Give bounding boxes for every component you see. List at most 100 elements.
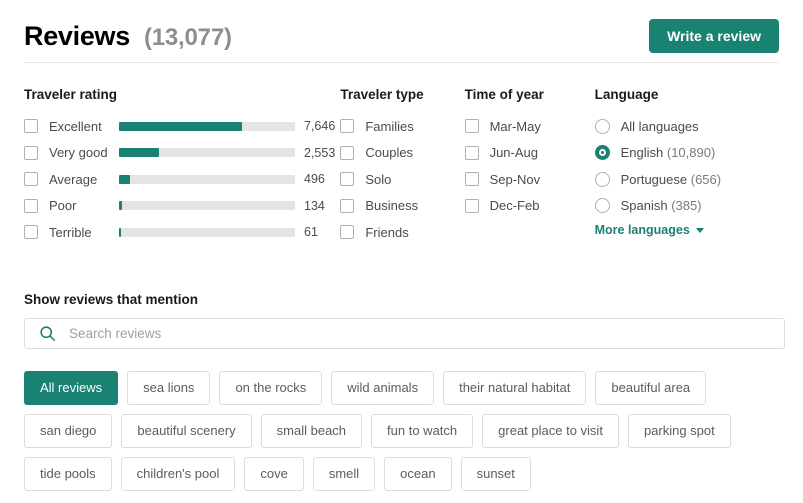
time-of-year-label-dec-feb: Dec-Feb [489, 198, 540, 214]
rating-label-average: Average [49, 171, 98, 187]
tag-tide-pools[interactable]: tide pools [24, 456, 112, 491]
checkbox-solo[interactable] [340, 172, 355, 187]
traveler-type-row-couples[interactable]: Couples [340, 140, 464, 167]
language-row-spanish[interactable]: Spanish (385) [594, 193, 779, 220]
checkbox-sep-nov[interactable] [464, 172, 479, 187]
tag-cove[interactable]: cove [244, 456, 304, 491]
chevron-down-icon [695, 227, 704, 233]
checkbox-poor[interactable] [24, 198, 38, 213]
checkbox-dec-feb[interactable] [464, 198, 479, 213]
rating-count-poor: 134 [304, 198, 325, 213]
page-title: Reviews (13,077) [24, 21, 232, 52]
checkbox-terrible[interactable] [24, 225, 38, 240]
checkbox-average[interactable] [24, 172, 38, 187]
search-reviews-box[interactable] [24, 317, 785, 349]
page-header: Reviews (13,077) Write a review [24, 0, 779, 62]
radio-portuguese[interactable] [594, 171, 610, 187]
tag-fun-to-watch[interactable]: fun to watch [371, 413, 474, 448]
time-of-year-row-mar-may[interactable]: Mar-May [464, 113, 595, 140]
filter-time-of-year: Time of year Mar-May Jun-Aug Sep-Nov Dec… [464, 87, 595, 246]
traveler-type-heading: Traveler type [340, 87, 424, 102]
language-name-spanish: Spanish [620, 198, 668, 214]
time-of-year-row-jun-aug[interactable]: Jun-Aug [464, 140, 595, 167]
rating-row-terrible[interactable]: Terrible 61 [24, 219, 340, 246]
tag-childrens-pool[interactable]: children's pool [120, 456, 236, 491]
tag-wild-animals[interactable]: wild animals [331, 370, 435, 405]
checkbox-excellent[interactable] [24, 119, 38, 134]
checkbox-business[interactable] [340, 198, 355, 213]
tag-all-reviews[interactable]: All reviews [24, 370, 119, 405]
rating-row-poor[interactable]: Poor 134 [24, 193, 340, 220]
rating-bar-excellent [119, 121, 295, 131]
mention-heading: Show reviews that mention [24, 291, 199, 307]
language-heading: Language [594, 87, 659, 102]
rating-bar-terrible [119, 227, 295, 237]
filter-traveler-rating: Traveler rating Excellent 7,646 Very goo… [24, 87, 340, 246]
tag-small-beach[interactable]: small beach [260, 413, 363, 448]
rating-bar-fill-average [119, 174, 130, 184]
more-languages-link[interactable]: More languages [595, 223, 704, 237]
language-row-all-languages[interactable]: All languages [594, 113, 779, 140]
checkbox-couples[interactable] [340, 145, 355, 160]
filters-row: Traveler rating Excellent 7,646 Very goo… [24, 63, 779, 246]
traveler-type-row-solo[interactable]: Solo [340, 166, 464, 193]
radio-all-languages[interactable] [594, 118, 610, 134]
language-row-english[interactable]: English (10,890) [594, 140, 779, 167]
tag-parking-spot[interactable]: parking spot [627, 413, 731, 448]
checkbox-very-good[interactable] [24, 145, 38, 160]
rating-bar-fill-terrible [119, 227, 122, 237]
traveler-type-label-families: Families [365, 118, 414, 134]
rating-bar-fill-excellent [119, 121, 243, 131]
language-name-all-languages: All languages [620, 118, 699, 134]
tag-on-the-rocks[interactable]: on the rocks [219, 370, 323, 405]
filter-language: Language All languages English (10,890) … [594, 87, 779, 246]
time-of-year-row-sep-nov[interactable]: Sep-Nov [464, 166, 595, 193]
traveler-type-row-families[interactable]: Families [340, 113, 464, 140]
tag-san-diego[interactable]: san diego [24, 413, 113, 448]
language-name-portuguese: Portuguese [620, 171, 688, 187]
rating-count-excellent: 7,646 [304, 119, 336, 134]
tag-great-place-to-visit[interactable]: great place to visit [482, 413, 619, 448]
time-of-year-row-dec-feb[interactable]: Dec-Feb [464, 193, 595, 220]
traveler-type-label-business: Business [365, 198, 419, 214]
time-of-year-label-sep-nov: Sep-Nov [489, 171, 541, 187]
checkbox-jun-aug[interactable] [464, 145, 479, 160]
rating-label-excellent: Excellent [49, 118, 102, 134]
radio-spanish[interactable] [594, 198, 610, 214]
tag-beautiful-scenery[interactable]: beautiful scenery [121, 413, 252, 448]
rating-bar-fill-very-good [119, 148, 160, 158]
traveler-type-row-friends[interactable]: Friends [340, 219, 464, 246]
language-count-portuguese: (656) [690, 171, 722, 187]
rating-row-very-good[interactable]: Very good 2,553 [24, 140, 340, 167]
language-label-portuguese: Portuguese (656) [621, 172, 721, 187]
traveler-type-row-business[interactable]: Business [340, 193, 464, 220]
filter-traveler-type: Traveler type Families Couples Solo Busi… [340, 87, 464, 246]
tag-sunset[interactable]: sunset [460, 456, 531, 491]
mention-tags: All reviews sea lions on the rocks wild … [24, 370, 794, 491]
reviews-filter-page: Reviews (13,077) Write a review Traveler… [0, 0, 803, 503]
tag-their-natural-habitat[interactable]: their natural habitat [443, 370, 587, 405]
review-count: (13,077) [143, 23, 232, 51]
checkbox-friends[interactable] [340, 225, 355, 240]
tag-beautiful-area[interactable]: beautiful area [595, 370, 707, 405]
search-input[interactable] [69, 325, 709, 341]
language-label-english: English (10,890) [621, 145, 716, 160]
rating-row-excellent[interactable]: Excellent 7,646 [24, 113, 340, 140]
time-of-year-heading: Time of year [464, 87, 544, 102]
time-of-year-label-mar-may: Mar-May [489, 118, 541, 134]
checkbox-mar-may[interactable] [464, 119, 479, 134]
write-review-button[interactable]: Write a review [649, 19, 779, 53]
language-row-portuguese[interactable]: Portuguese (656) [594, 166, 779, 193]
rating-row-average[interactable]: Average 496 [24, 166, 340, 193]
tag-ocean[interactable]: ocean [384, 456, 452, 491]
traveler-type-label-couples: Couples [365, 145, 414, 161]
traveler-rating-heading: Traveler rating [24, 87, 118, 102]
rating-count-very-good: 2,553 [304, 145, 336, 160]
tag-sea-lions[interactable]: sea lions [127, 370, 211, 405]
radio-english[interactable] [594, 145, 610, 161]
language-count-spanish: (385) [671, 198, 702, 214]
checkbox-families[interactable] [340, 119, 355, 134]
rating-bar-poor [119, 201, 295, 211]
tag-smell[interactable]: smell [312, 456, 376, 491]
language-count-english: (10,890) [666, 145, 716, 161]
